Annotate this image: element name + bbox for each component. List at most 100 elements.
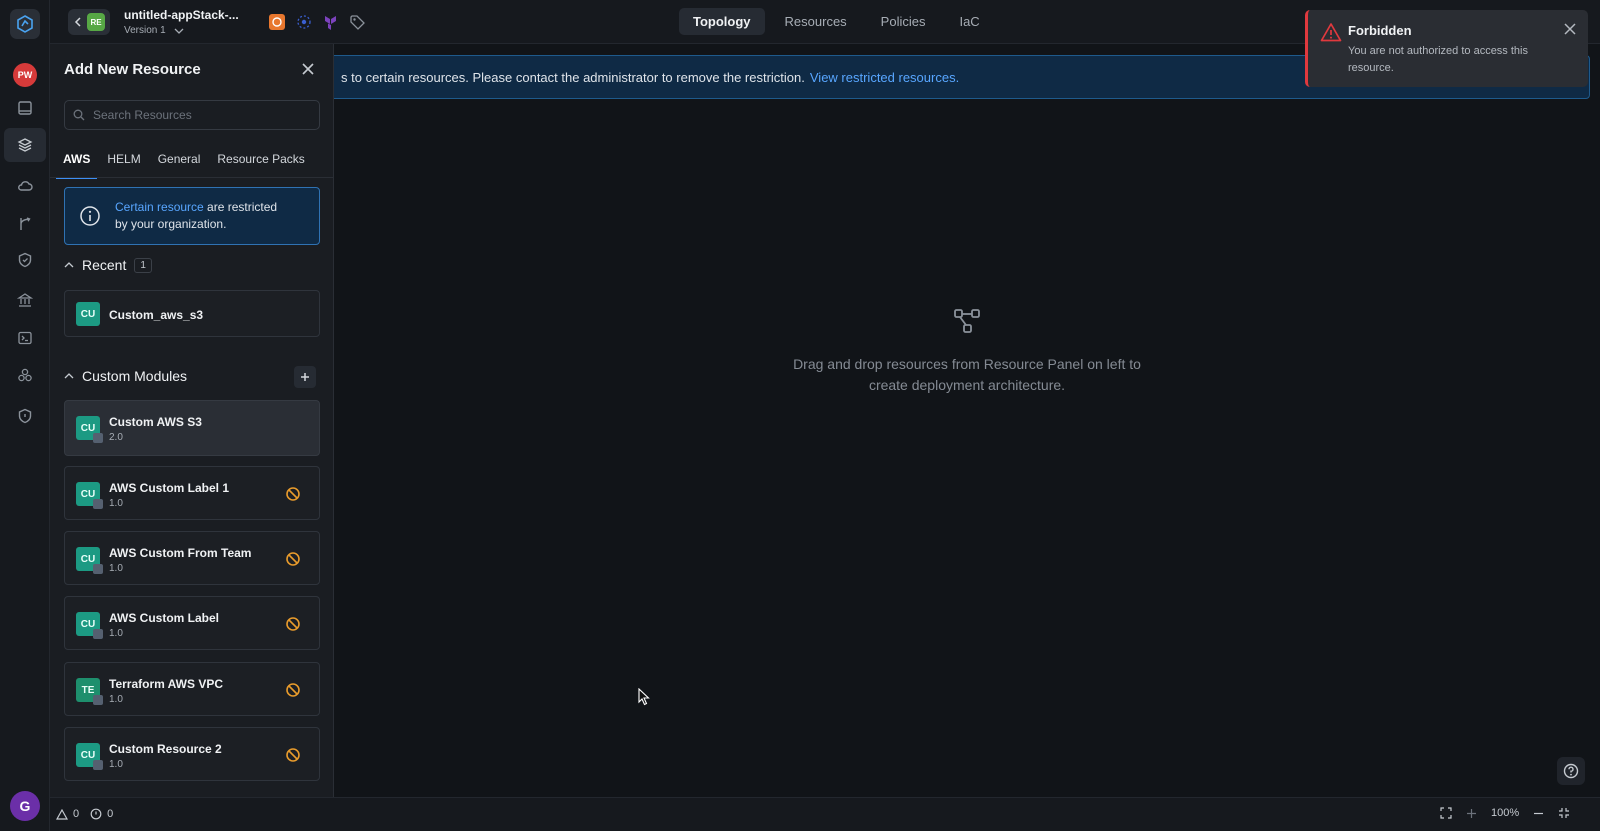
info-text-2: by your organization. — [115, 217, 227, 231]
chevron-up-icon — [64, 373, 74, 379]
fit-view-icon[interactable] — [1440, 807, 1452, 819]
app-logo[interactable] — [10, 9, 40, 39]
module-card[interactable]: CU AWS Custom Label 1 1.0 — [64, 466, 320, 520]
zoom-controls: 100% — [1440, 807, 1570, 819]
helm-provider-icon[interactable] — [295, 13, 313, 31]
custom-modules-label: Custom Modules — [82, 368, 188, 384]
search-input[interactable] — [93, 108, 303, 122]
tab-iac[interactable]: IaC — [945, 8, 993, 35]
bottom-bar: 0 0 100% — [50, 797, 1600, 831]
module-name: AWS Custom From Team — [109, 546, 252, 560]
user-avatar[interactable]: G — [10, 791, 40, 821]
zoom-in-icon[interactable] — [1466, 808, 1477, 819]
module-card[interactable]: CU Custom AWS S3 2.0 — [64, 400, 320, 456]
terminal-icon[interactable] — [13, 326, 37, 350]
lock-icon — [93, 695, 103, 705]
tab-aws[interactable]: AWS — [56, 142, 98, 179]
lock-icon — [93, 433, 103, 443]
lock-icon — [93, 760, 103, 770]
recent-section-header[interactable]: Recent 1 — [64, 257, 152, 273]
error-count: 0 — [107, 808, 114, 820]
add-resource-panel: Add New Resource AWS HELM General Resour… — [50, 44, 334, 797]
module-card[interactable]: TE Terraform AWS VPC 1.0 — [64, 662, 320, 716]
stack-name[interactable]: untitled-appStack-... — [124, 8, 239, 22]
modules-icon[interactable] — [13, 363, 37, 387]
tab-resources[interactable]: Resources — [771, 8, 861, 35]
bank-icon[interactable] — [13, 288, 37, 312]
stack-badge: RE — [87, 13, 105, 31]
add-module-button[interactable] — [294, 366, 316, 388]
module-version: 2.0 — [109, 432, 123, 443]
module-badge: CU — [76, 743, 103, 770]
recent-count: 1 — [134, 257, 152, 273]
module-badge: TE — [76, 678, 103, 705]
module-badge: CU — [76, 416, 103, 443]
empty-state-text: Drag and drop resources from Resource Pa… — [793, 356, 1141, 393]
module-name: Custom AWS S3 — [109, 415, 202, 429]
tab-helm[interactable]: HELM — [100, 142, 147, 179]
module-version: 1.0 — [109, 498, 123, 509]
branch-icon[interactable] — [13, 212, 37, 236]
status-counts[interactable]: 0 0 — [56, 808, 113, 820]
view-restricted-link[interactable]: View restricted resources. — [810, 70, 959, 85]
warning-icon — [1320, 23, 1342, 42]
tab-resource-packs[interactable]: Resource Packs — [210, 142, 311, 179]
layers-icon[interactable] — [4, 128, 46, 162]
module-name: AWS Custom Label — [109, 611, 220, 625]
plus-icon — [301, 373, 309, 381]
recent-item[interactable]: CU Custom_aws_s3 — [64, 290, 320, 337]
zoom-out-icon[interactable] — [1533, 808, 1544, 819]
mouse-cursor-icon — [638, 687, 650, 711]
cloud-icon[interactable] — [13, 174, 37, 198]
error-count-icon — [90, 808, 102, 820]
book-icon[interactable] — [13, 96, 37, 120]
banner-text: s to certain resources. Please contact t… — [341, 69, 805, 85]
left-rail: PW G — [0, 0, 50, 831]
module-version: 1.0 — [109, 694, 123, 705]
help-button[interactable] — [1557, 757, 1585, 785]
module-badge: CU — [76, 547, 103, 574]
certain-resource-link[interactable]: Certain resource — [115, 200, 204, 214]
toast-title: Forbidden — [1348, 23, 1412, 38]
module-card[interactable]: CU Custom Resource 2 1.0 — [64, 727, 320, 781]
provider-tabs: AWS HELM General Resource Packs — [56, 142, 315, 179]
module-badge: CU — [76, 482, 103, 509]
tab-topology[interactable]: Topology — [679, 8, 765, 35]
view-tabs: Topology Resources Policies IaC — [679, 8, 994, 35]
version-selector[interactable]: Version 1 — [124, 25, 184, 36]
chevron-down-icon — [174, 28, 184, 34]
aws-provider-icon[interactable] — [268, 13, 286, 31]
faint-dropdown-ghost — [909, 455, 1139, 535]
tab-policies[interactable]: Policies — [867, 8, 940, 35]
topology-canvas[interactable]: Drag and drop resources from Resource Pa… — [334, 100, 1600, 797]
close-toast-icon[interactable] — [1563, 22, 1577, 36]
module-card[interactable]: CU AWS Custom Label 1.0 — [64, 596, 320, 650]
provider-icons — [268, 13, 367, 31]
tag-icon[interactable] — [349, 13, 367, 31]
module-name: Terraform AWS VPC — [109, 677, 224, 691]
search-box — [64, 100, 320, 130]
warning-count-icon — [56, 808, 68, 820]
module-card[interactable]: CU AWS Custom From Team 1.0 — [64, 531, 320, 585]
shield-icon[interactable] — [13, 404, 37, 428]
restricted-icon — [286, 748, 300, 762]
chevron-left-icon — [74, 17, 81, 27]
module-version: 1.0 — [109, 628, 123, 639]
fullscreen-icon[interactable] — [1558, 807, 1570, 819]
module-name: AWS Custom Label 1 — [109, 481, 230, 495]
info-text-1: are restricted — [203, 200, 278, 214]
module-badge: CU — [76, 612, 103, 639]
terraform-provider-icon[interactable] — [322, 13, 340, 31]
back-button[interactable]: RE — [68, 9, 110, 35]
panel-title: Add New Resource — [64, 61, 201, 78]
empty-state: Drag and drop resources from Resource Pa… — [334, 306, 1600, 396]
topology-icon — [334, 306, 1600, 336]
shield-check-icon[interactable] — [13, 248, 37, 272]
info-icon — [80, 206, 100, 226]
search-icon — [73, 109, 85, 121]
close-panel-icon[interactable] — [300, 61, 316, 77]
custom-modules-header[interactable]: Custom Modules — [64, 368, 187, 384]
module-name: Custom Resource 2 — [109, 742, 222, 756]
project-badge[interactable]: PW — [13, 63, 37, 87]
tab-general[interactable]: General — [151, 142, 208, 179]
